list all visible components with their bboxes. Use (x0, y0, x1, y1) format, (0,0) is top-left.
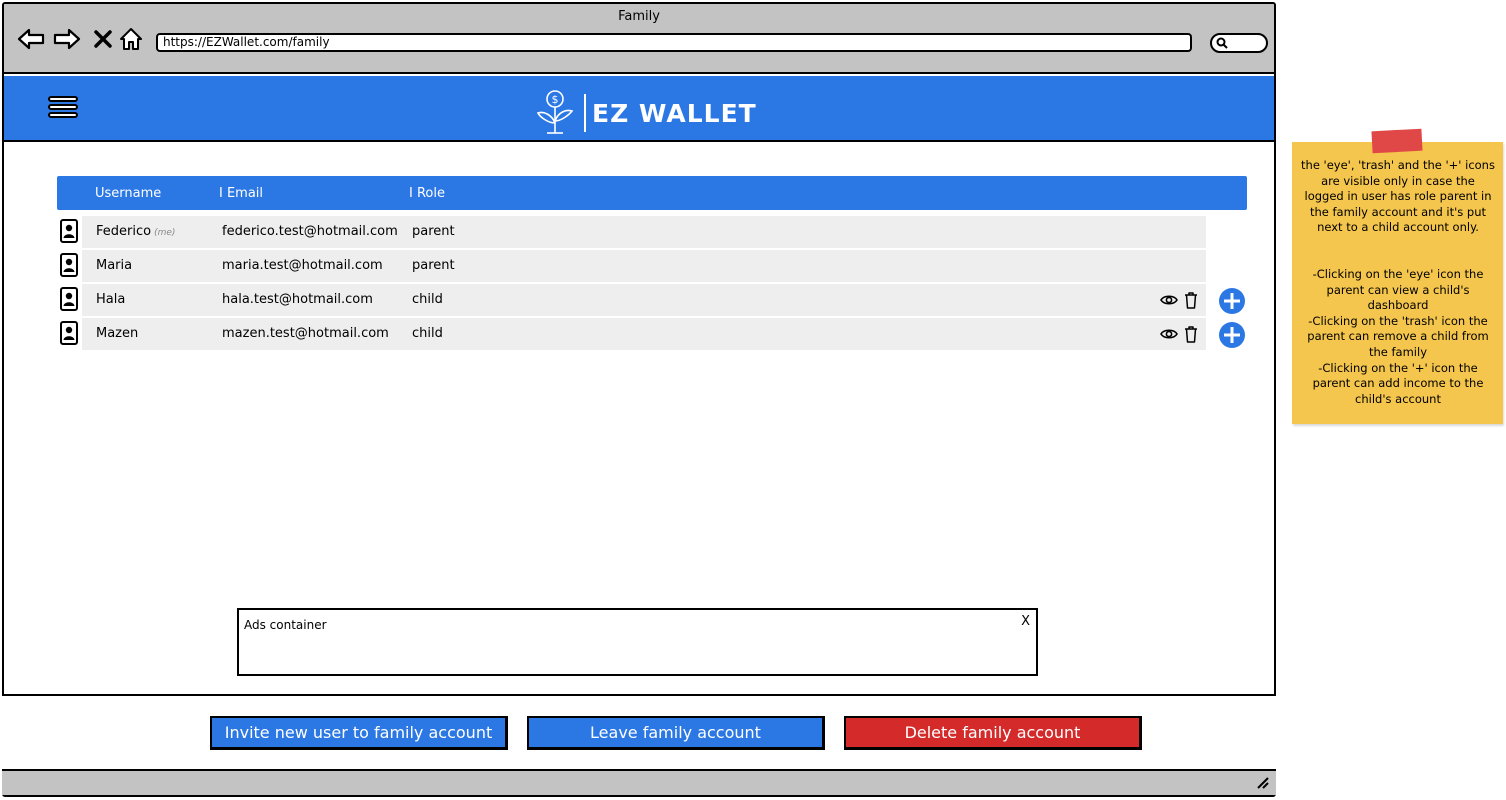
window-title: Family (618, 9, 660, 24)
back-arrow-icon[interactable] (16, 24, 46, 54)
ads-container: Ads container X (237, 608, 1038, 676)
eye-icon[interactable] (1160, 293, 1178, 307)
user-avatar-icon (60, 253, 78, 277)
row-role: parent (412, 224, 455, 239)
eye-icon[interactable] (1160, 327, 1178, 341)
row-email: mazen.test@hotmail.com (222, 326, 389, 341)
table-header: Username I Email I Role (57, 176, 1247, 210)
money-plant-icon: $ (536, 90, 574, 134)
table-row[interactable]: Federico (me) federico.test@hotmail.com p… (82, 216, 1206, 248)
table-row[interactable]: Maria maria.test@hotmail.com parent (82, 250, 1206, 282)
tape-decoration (1371, 128, 1423, 154)
forward-arrow-icon[interactable] (52, 24, 82, 54)
trash-icon[interactable] (1184, 292, 1198, 309)
column-role: I Role (409, 186, 445, 201)
invite-user-button[interactable]: Invite new user to family account (210, 716, 508, 750)
user-avatar-icon (60, 321, 78, 345)
note-paragraph: -Clicking on the 'trash' icon the parent… (1307, 313, 1489, 359)
leave-family-button[interactable]: Leave family account (527, 716, 825, 750)
table-row[interactable]: Hala hala.test@hotmail.com child (82, 284, 1206, 316)
app-header: $ EZ WALLET (4, 76, 1274, 142)
note-paragraph: -Clicking on the 'eye' icon the parent c… (1312, 266, 1484, 313)
row-email: hala.test@hotmail.com (222, 292, 373, 307)
delete-family-button[interactable]: Delete family account (844, 716, 1142, 750)
resize-grip-icon[interactable] (1256, 777, 1270, 789)
logo-text: EZ WALLET (592, 98, 757, 128)
svg-text:$: $ (552, 93, 559, 106)
user-avatar-icon (60, 219, 78, 243)
row-email: federico.test@hotmail.com (222, 224, 398, 239)
status-bar (2, 769, 1276, 795)
row-role: child (412, 292, 443, 307)
row-role: child (412, 326, 443, 341)
sticky-note: the 'eye', 'trash' and the '+' icons are… (1292, 142, 1503, 424)
row-username: Hala (96, 292, 126, 307)
hamburger-menu-icon[interactable] (48, 96, 78, 124)
row-username: Mazen (96, 326, 139, 341)
note-text: the 'eye', 'trash' and the '+' icons are… (1300, 158, 1496, 407)
browser-window: Family https://EZWallet.com/family $ EZ … (2, 2, 1276, 797)
address-bar[interactable]: https://EZWallet.com/family (156, 33, 1192, 52)
note-paragraph: the 'eye', 'trash' and the '+' icons are… (1301, 158, 1495, 235)
column-username: Username (95, 186, 162, 201)
row-username: Maria (96, 258, 133, 273)
table-row[interactable]: Mazen mazen.test@hotmail.com child (82, 318, 1206, 350)
row-email: maria.test@hotmail.com (222, 258, 383, 273)
trash-icon[interactable] (1184, 326, 1198, 343)
app-logo[interactable]: $ EZ WALLET (534, 89, 757, 137)
ads-label: Ads container (244, 618, 327, 632)
user-avatar-icon (60, 287, 78, 311)
ads-close-button[interactable]: X (1021, 614, 1030, 629)
row-role: parent (412, 258, 455, 273)
me-tag: (me) (154, 228, 176, 238)
add-income-plus-icon[interactable] (1218, 321, 1246, 349)
footer-actions: Invite new user to family account Leave … (2, 694, 1276, 769)
home-icon[interactable] (116, 24, 146, 54)
close-x-icon[interactable] (88, 24, 118, 54)
row-username: Federico (96, 224, 152, 239)
browser-search-box[interactable] (1210, 33, 1268, 53)
magnifier-icon (1216, 37, 1228, 49)
column-email: I Email (219, 186, 264, 201)
note-paragraph: -Clicking on the '+' icon the parent can… (1312, 360, 1484, 406)
add-income-plus-icon[interactable] (1218, 287, 1246, 315)
browser-titlebar: Family https://EZWallet.com/family (4, 4, 1274, 74)
